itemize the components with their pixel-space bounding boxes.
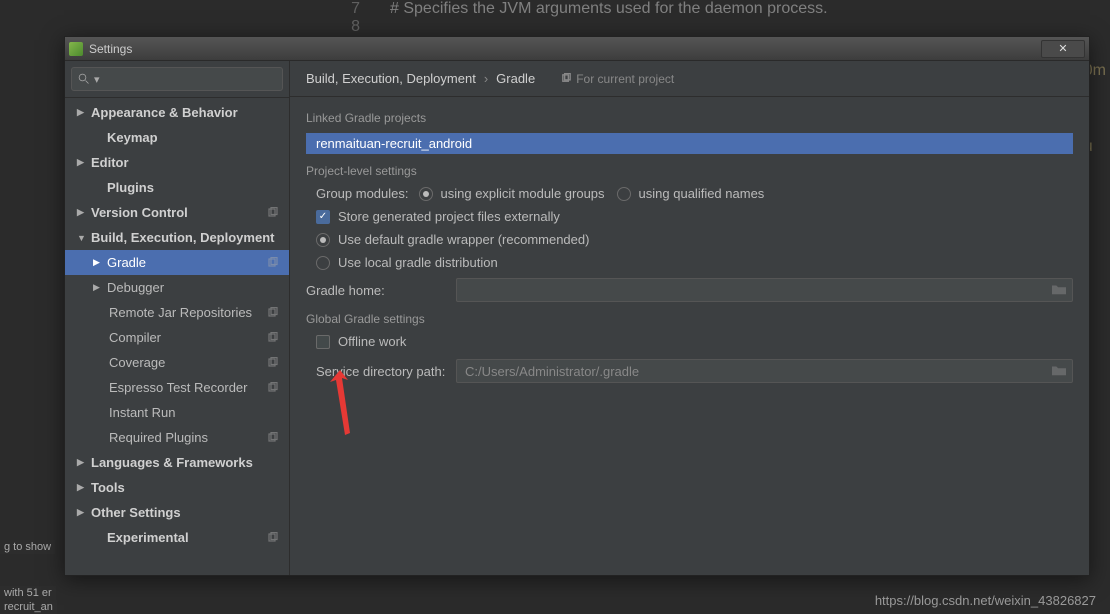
radio-qualified-names[interactable]	[617, 187, 631, 201]
radio-label: Use local gradle distribution	[338, 255, 498, 270]
tree-experimental[interactable]: Experimental	[65, 525, 289, 550]
radio-local-distribution[interactable]	[316, 256, 330, 270]
copy-icon	[267, 432, 279, 444]
settings-tree: ▶Appearance & Behavior Keymap ▶Editor Pl…	[65, 98, 289, 575]
dialog-title: Settings	[89, 42, 1041, 56]
tree-gradle[interactable]: ▶Gradle	[65, 250, 289, 275]
tree-plugins[interactable]: Plugins	[65, 175, 289, 200]
sidebar: ▾ ▶Appearance & Behavior Keymap ▶Editor …	[65, 61, 290, 575]
tree-debugger[interactable]: ▶Debugger	[65, 275, 289, 300]
service-path-input[interactable]: C:/Users/Administrator/.gradle	[456, 359, 1073, 383]
section-linked-projects: Linked Gradle projects	[306, 111, 1073, 125]
search-input[interactable]: ▾	[71, 67, 283, 91]
checkbox-offline-work[interactable]	[316, 335, 330, 349]
copy-icon	[267, 357, 279, 369]
breadcrumb: Build, Execution, Deployment › Gradle Fo…	[290, 61, 1089, 97]
breadcrumb-segment[interactable]: Build, Execution, Deployment	[306, 71, 476, 86]
checkbox-label: Offline work	[338, 334, 406, 349]
tree-appearance[interactable]: ▶Appearance & Behavior	[65, 100, 289, 125]
settings-dialog: Settings ✕ ▾ ▶Appearance & Behavior Keym…	[64, 36, 1090, 576]
folder-icon[interactable]	[1052, 283, 1066, 298]
tree-remote-jar[interactable]: Remote Jar Repositories	[65, 300, 289, 325]
radio-label: using explicit module groups	[441, 186, 605, 201]
copy-icon	[267, 532, 279, 544]
chevron-right-icon: ›	[484, 71, 488, 86]
line-number: 8	[330, 18, 360, 36]
radio-label: Use default gradle wrapper (recommended)	[338, 232, 589, 247]
copy-icon	[267, 382, 279, 394]
linked-project-item[interactable]: renmaituan-recruit_android	[306, 133, 1073, 154]
tree-other-settings[interactable]: ▶Other Settings	[65, 500, 289, 525]
tree-espresso[interactable]: Espresso Test Recorder	[65, 375, 289, 400]
folder-icon[interactable]	[1052, 364, 1066, 379]
edge-text: recruit_an	[0, 600, 57, 614]
line-number: 7	[330, 0, 360, 18]
copy-icon	[267, 207, 279, 219]
radio-label: using qualified names	[639, 186, 765, 201]
edge-text: g to show	[0, 540, 55, 554]
copy-icon	[267, 257, 279, 269]
close-button[interactable]: ✕	[1041, 40, 1085, 58]
copy-icon	[267, 307, 279, 319]
edge-text: with 51 er	[0, 586, 56, 600]
watermark: https://blog.csdn.net/weixin_43826827	[875, 593, 1096, 608]
titlebar[interactable]: Settings ✕	[65, 37, 1089, 61]
gradle-home-label: Gradle home:	[306, 283, 446, 298]
tree-editor[interactable]: ▶Editor	[65, 150, 289, 175]
project-hint: For current project	[561, 72, 674, 86]
tree-compiler[interactable]: Compiler	[65, 325, 289, 350]
search-icon	[78, 73, 90, 85]
radio-explicit-groups[interactable]	[419, 187, 433, 201]
tree-vcs[interactable]: ▶Version Control	[65, 200, 289, 225]
radio-default-wrapper[interactable]	[316, 233, 330, 247]
checkbox-store-externally[interactable]	[316, 210, 330, 224]
code-comment: # Specifies the JVM arguments used for t…	[390, 0, 828, 17]
checkbox-label: Store generated project files externally	[338, 209, 560, 224]
breadcrumb-segment: Gradle	[496, 71, 535, 86]
section-global: Global Gradle settings	[306, 312, 1073, 326]
section-project-level: Project-level settings	[306, 164, 1073, 178]
search-container: ▾	[65, 61, 289, 98]
service-path-label: Service directory path:	[316, 364, 446, 379]
tree-keymap[interactable]: Keymap	[65, 125, 289, 150]
search-dropdown-icon: ▾	[94, 73, 100, 86]
main-panel: Build, Execution, Deployment › Gradle Fo…	[290, 61, 1089, 575]
app-logo-icon	[69, 42, 83, 56]
copy-icon	[267, 332, 279, 344]
group-modules-label: Group modules:	[316, 186, 409, 201]
tree-build-execution[interactable]: ▼Build, Execution, Deployment	[65, 225, 289, 250]
tree-required-plugins[interactable]: Required Plugins	[65, 425, 289, 450]
copy-icon	[561, 73, 572, 84]
tree-tools[interactable]: ▶Tools	[65, 475, 289, 500]
tree-languages[interactable]: ▶Languages & Frameworks	[65, 450, 289, 475]
gradle-home-input[interactable]	[456, 278, 1073, 302]
tree-instant-run[interactable]: Instant Run	[65, 400, 289, 425]
tree-coverage[interactable]: Coverage	[65, 350, 289, 375]
